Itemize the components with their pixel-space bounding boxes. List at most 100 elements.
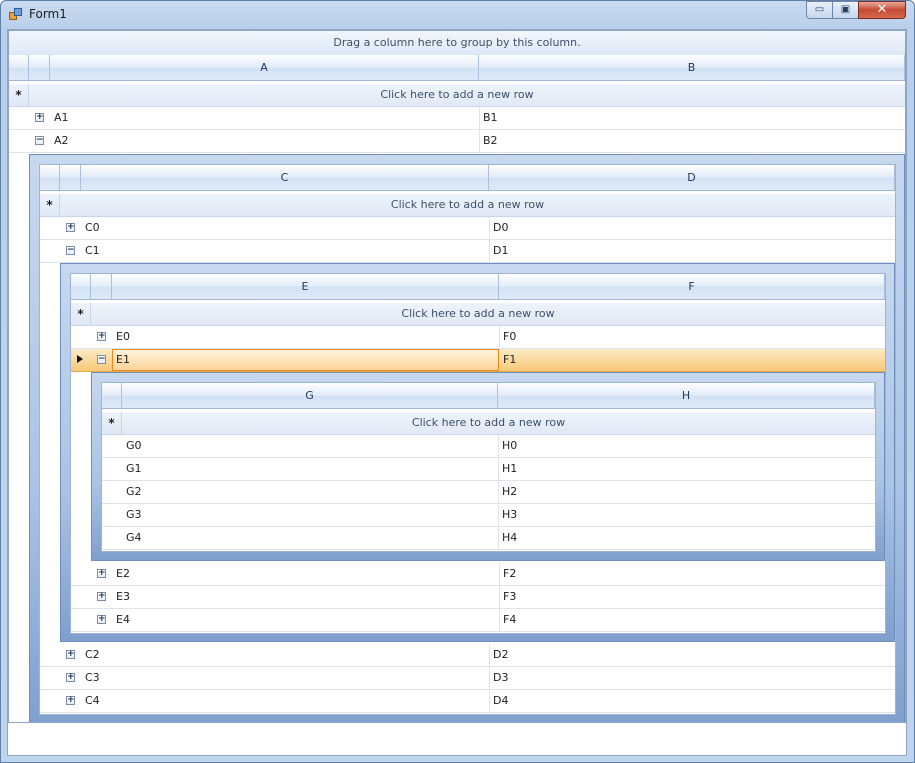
plus-box-icon[interactable]: +: [66, 650, 75, 659]
new-row-label: Click here to add a new row: [411, 416, 566, 429]
column-header-d[interactable]: D: [489, 165, 895, 190]
cell-h[interactable]: H0: [498, 435, 875, 457]
new-row[interactable]: * Click here to add a new row: [71, 303, 885, 326]
cell-f[interactable]: F2: [499, 563, 885, 585]
table-row[interactable]: G2 H2: [102, 481, 875, 504]
cell-b[interactable]: B1: [479, 107, 905, 129]
maximize-icon: ▣: [840, 4, 851, 15]
detail-grid-level2[interactable]: C D * Click here to add a new row + C0 D…: [39, 164, 896, 715]
cell-e[interactable]: E2: [112, 563, 499, 585]
asterisk-icon: *: [40, 194, 60, 216]
table-row[interactable]: + E3 F3: [71, 586, 885, 609]
detail-view-level3: E F * Click here to add a new row + E0 F…: [60, 263, 895, 642]
table-row[interactable]: + E0 F0: [71, 326, 885, 349]
cell-g[interactable]: G1: [122, 458, 498, 480]
table-row[interactable]: + E2 F2: [71, 563, 885, 586]
asterisk-icon: *: [9, 84, 29, 106]
cell-g[interactable]: G2: [122, 481, 498, 503]
table-row[interactable]: G4 H4: [102, 527, 875, 550]
expander-header: [29, 55, 50, 80]
plus-box-icon[interactable]: +: [97, 332, 106, 341]
column-header-b[interactable]: B: [479, 55, 905, 80]
cell-f[interactable]: F4: [499, 609, 885, 631]
cell-g[interactable]: G4: [122, 527, 498, 549]
column-header-e[interactable]: E: [112, 274, 499, 299]
cell-d[interactable]: D4: [489, 690, 895, 712]
cell-b[interactable]: B2: [479, 130, 905, 152]
detail-grid-level4[interactable]: G H * Click here to add a new row G0 H0: [101, 382, 876, 552]
title-bar[interactable]: Form1 ▭ ▣ ✕: [0, 0, 913, 28]
cell-d[interactable]: D2: [489, 644, 895, 666]
column-header-f[interactable]: F: [499, 274, 885, 299]
table-row[interactable]: + C2 D2: [40, 644, 895, 667]
cell-e[interactable]: E4: [112, 609, 499, 631]
table-row[interactable]: G1 H1: [102, 458, 875, 481]
column-header-a[interactable]: A: [50, 55, 479, 80]
cell-h[interactable]: H1: [498, 458, 875, 480]
app-icon: [9, 8, 22, 20]
minus-box-icon[interactable]: −: [35, 136, 44, 145]
cell-a[interactable]: A1: [50, 107, 479, 129]
table-row[interactable]: − C1 D1: [40, 240, 895, 263]
minus-box-icon[interactable]: −: [66, 246, 75, 255]
new-row[interactable]: * Click here to add a new row: [40, 194, 895, 217]
cell-g[interactable]: G3: [122, 504, 498, 526]
window-title: Form1: [29, 7, 67, 21]
cell-d[interactable]: D1: [489, 240, 895, 262]
plus-box-icon[interactable]: +: [97, 592, 106, 601]
plus-box-icon[interactable]: +: [66, 223, 75, 232]
minus-box-icon[interactable]: −: [97, 355, 106, 364]
cell-c[interactable]: C0: [81, 217, 489, 239]
cell-f[interactable]: F0: [499, 326, 885, 348]
cell-g[interactable]: G0: [122, 435, 498, 457]
cell-e[interactable]: E0: [112, 326, 499, 348]
table-row[interactable]: + C4 D4: [40, 690, 895, 713]
cell-f[interactable]: F1: [499, 349, 885, 371]
cell-h[interactable]: H4: [498, 527, 875, 549]
cell-e[interactable]: E3: [112, 586, 499, 608]
cell-f[interactable]: F3: [499, 586, 885, 608]
plus-box-icon[interactable]: +: [66, 696, 75, 705]
table-row[interactable]: − A2 B2: [9, 130, 905, 153]
grid-control[interactable]: Drag a column here to group by this colu…: [8, 30, 906, 723]
minimize-button[interactable]: ▭: [806, 1, 833, 19]
close-button[interactable]: ✕: [858, 1, 906, 19]
new-row[interactable]: * Click here to add a new row: [102, 412, 875, 435]
maximize-button[interactable]: ▣: [832, 1, 859, 19]
cell-e[interactable]: E1: [112, 349, 499, 371]
new-row[interactable]: * Click here to add a new row: [9, 84, 905, 107]
minimize-icon: ▭: [814, 4, 825, 15]
table-row[interactable]: + A1 B1: [9, 107, 905, 130]
cell-c[interactable]: C4: [81, 690, 489, 712]
column-header-row: C D: [40, 165, 895, 191]
close-icon: ✕: [876, 2, 888, 17]
new-row-label: Click here to add a new row: [380, 88, 534, 101]
column-header-h[interactable]: H: [498, 383, 875, 408]
cell-h[interactable]: H3: [498, 504, 875, 526]
cell-c[interactable]: C3: [81, 667, 489, 689]
cell-c[interactable]: C1: [81, 240, 489, 262]
table-row[interactable]: G3 H3: [102, 504, 875, 527]
detail-grid-level3[interactable]: E F * Click here to add a new row + E0 F…: [70, 273, 886, 634]
cell-c[interactable]: C2: [81, 644, 489, 666]
group-panel[interactable]: Drag a column here to group by this colu…: [9, 31, 905, 56]
table-row[interactable]: + E4 F4: [71, 609, 885, 632]
table-row[interactable]: + C0 D0: [40, 217, 895, 240]
cell-h[interactable]: H2: [498, 481, 875, 503]
plus-box-icon[interactable]: +: [97, 569, 106, 578]
asterisk-icon: *: [71, 303, 91, 325]
table-row[interactable]: + C3 D3: [40, 667, 895, 690]
column-header-g[interactable]: G: [122, 383, 498, 408]
column-header-c[interactable]: C: [81, 165, 489, 190]
cell-d[interactable]: D3: [489, 667, 895, 689]
table-row[interactable]: G0 H0: [102, 435, 875, 458]
plus-box-icon[interactable]: +: [35, 113, 44, 122]
cell-a[interactable]: A2: [50, 130, 479, 152]
cell-d[interactable]: D0: [489, 217, 895, 239]
column-header-row: G H: [102, 383, 875, 409]
plus-box-icon[interactable]: +: [97, 615, 106, 624]
table-row-selected[interactable]: − E1 F1: [71, 349, 885, 372]
plus-box-icon[interactable]: +: [66, 673, 75, 682]
detail-view-level2: C D * Click here to add a new row + C0 D…: [29, 154, 905, 722]
triangle-arrow-icon: [77, 355, 83, 363]
